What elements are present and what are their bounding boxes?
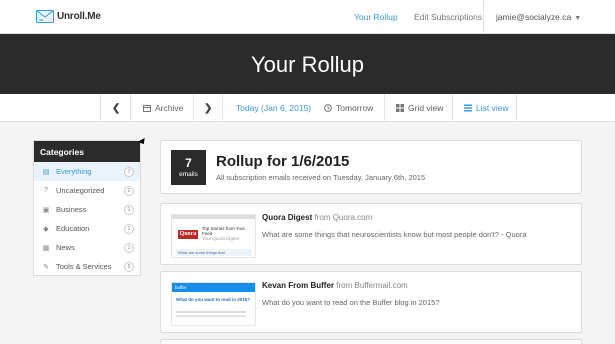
hero-banner: Your Rollup (0, 34, 615, 94)
email-card[interactable]: Quora Top Stories from Your Feed Your Qu… (160, 203, 582, 265)
category-label: Business (56, 205, 87, 214)
today-label: Today (Jan 6, 2015) (236, 103, 312, 113)
inbox-icon: ▤ (42, 168, 50, 176)
category-label: Uncategorized (56, 186, 105, 195)
thumbnail-heading: Top Stories from Your Feed Your Quora Di… (202, 226, 252, 241)
toolbar-divider (516, 94, 517, 122)
chevron-down-icon: ▼ (574, 15, 582, 22)
email-sender: Kevan From Buffer (262, 281, 335, 290)
list-icon (464, 104, 472, 112)
rollup-title: Rollup for 1/6/2015 (216, 153, 350, 170)
email-thumbnail[interactable]: Quora Top Stories from Your Feed Your Qu… (171, 214, 256, 258)
email-from-line: Kevan From Buffer from Buffermail.com (262, 281, 408, 290)
user-menu[interactable]: jamie@socialyze.ca ▼ (496, 12, 581, 22)
email-from-word: from (336, 281, 353, 290)
category-count: 2 (124, 186, 134, 196)
toolbar-divider (452, 94, 453, 122)
email-card[interactable]: buffer What do you want to read in 2015?… (160, 271, 582, 333)
category-education[interactable]: ◆ Education 1 (34, 219, 140, 238)
category-count: 7 (124, 167, 134, 177)
rollup-summary-card: 7 emails Rollup for 1/6/2015 All subscri… (160, 140, 582, 194)
graduation-cap-icon: ◆ (43, 225, 49, 233)
rollup-subtitle: All subscription emails received on Tues… (216, 173, 426, 182)
grid-icon (396, 104, 404, 112)
email-domain: Quora.com (332, 213, 373, 222)
user-email: jamie@socialyze.ca (496, 12, 572, 22)
email-card[interactable] (160, 339, 582, 344)
category-count: 5 (124, 262, 134, 272)
thumbnail-header-strip (172, 215, 255, 219)
email-from-line: Quora Digest from Quora.com (262, 213, 372, 222)
next-day-button[interactable]: ❯ (204, 94, 212, 122)
chevron-right-icon: ❯ (204, 102, 213, 114)
email-domain: Buffermail.com (354, 281, 408, 290)
thumbnail-text-lines (176, 311, 246, 313)
toolbar-divider (222, 94, 223, 122)
quora-logo: Quora (178, 230, 198, 239)
page-title: Your Rollup (251, 52, 364, 77)
logo-text: Unroll.Me (57, 11, 101, 22)
nav-your-rollup[interactable]: Your Rollup (354, 12, 398, 22)
category-count: 1 (124, 224, 134, 234)
clock-icon (324, 104, 332, 112)
category-count: 1 (124, 243, 134, 253)
category-label: Everything (56, 167, 92, 176)
tomorrow-button[interactable]: Tomorrow (324, 94, 373, 122)
toolbar-divider (100, 94, 101, 122)
category-label: News (56, 243, 75, 252)
calendar-icon (143, 105, 151, 112)
thumbnail-heading: What do you want to read in 2015? (176, 297, 251, 302)
thumbnail-story-bar: What are some things that (176, 249, 252, 256)
top-nav: Unroll.Me Your Rollup Edit Subscriptions… (0, 0, 615, 34)
chevron-left-icon: ❮ (112, 102, 121, 114)
toolbar-divider (130, 94, 131, 122)
question-icon: ? (44, 187, 48, 194)
toolbar-divider (384, 94, 385, 122)
email-count-badge: 7 emails (171, 150, 206, 185)
category-uncategorized[interactable]: ? Uncategorized 2 (34, 181, 140, 200)
thumbnail-heading-text: Top Stories from Your Feed (202, 226, 246, 236)
newspaper-icon: ▦ (42, 244, 50, 252)
email-subject[interactable]: What are some things that neuroscientist… (262, 230, 527, 239)
tomorrow-label: Tomorrow (336, 103, 374, 113)
briefcase-icon: ▣ (42, 206, 50, 214)
category-tools-services[interactable]: ✎ Tools & Services 5 (34, 257, 140, 276)
toolbar-divider (193, 94, 194, 122)
list-view-button[interactable]: List view (464, 94, 509, 122)
today-button[interactable]: Today (Jan 6, 2015) (236, 94, 311, 122)
nav-edit-subscriptions[interactable]: Edit Subscriptions (414, 12, 482, 22)
categories-sidebar: Categories ▤ Everything 7 ? Uncategorize… (33, 140, 141, 276)
grid-view-label: Grid view (408, 103, 444, 113)
archive-button[interactable]: Archive (143, 94, 183, 122)
category-label: Tools & Services (56, 262, 112, 271)
logo[interactable]: Unroll.Me (36, 10, 101, 23)
list-view-label: List view (476, 103, 509, 113)
category-count: 1 (124, 205, 134, 215)
email-subject[interactable]: What do you want to read on the Buffer b… (262, 298, 439, 307)
email-from-word: from (314, 213, 331, 222)
category-news[interactable]: ▦ News 1 (34, 238, 140, 257)
email-count: 7 (185, 156, 192, 170)
email-sender: Quora Digest (262, 213, 313, 222)
category-everything[interactable]: ▤ Everything 7 (34, 162, 140, 181)
email-count-label: emails (179, 171, 198, 178)
date-toolbar: ❮ Archive ❯ Today (Jan 6, 2015) Tomorrow… (0, 94, 615, 122)
envelope-icon (36, 10, 54, 23)
thumbnail-subheading: Your Quora Digest (202, 236, 239, 241)
category-business[interactable]: ▣ Business 1 (34, 200, 140, 219)
previous-day-button[interactable]: ❮ (112, 94, 120, 122)
archive-label: Archive (155, 103, 184, 113)
wrench-icon: ✎ (43, 263, 49, 271)
buffer-logo: buffer (172, 283, 255, 292)
category-label: Education (56, 224, 90, 233)
email-thumbnail[interactable]: buffer What do you want to read in 2015? (171, 282, 256, 326)
nav-divider (483, 0, 484, 34)
categories-heading: Categories (34, 141, 140, 162)
grid-view-button[interactable]: Grid view (396, 94, 443, 122)
